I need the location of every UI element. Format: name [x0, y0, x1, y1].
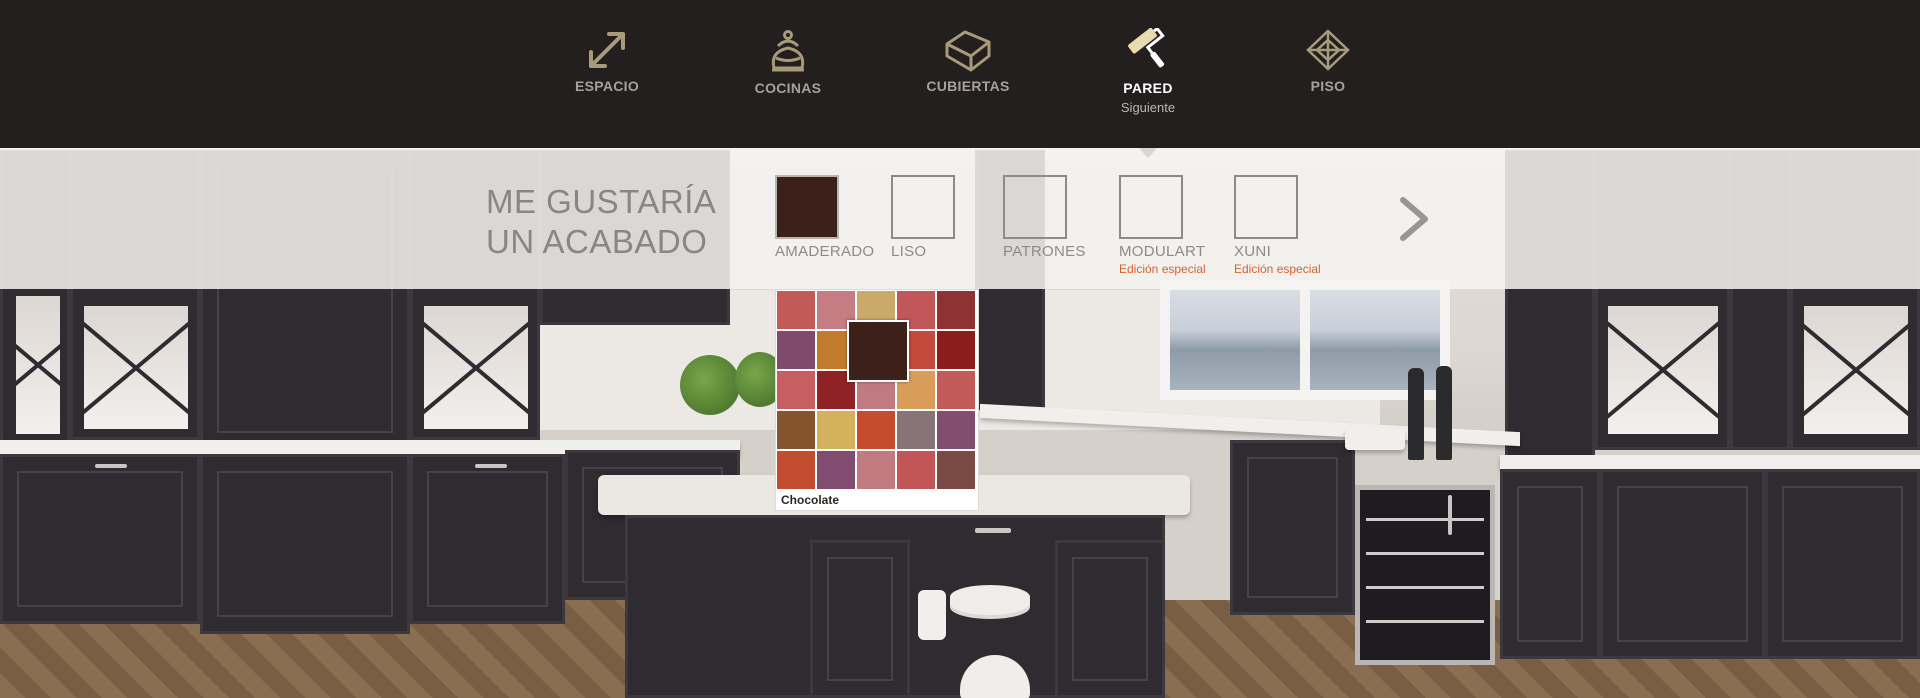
nav-step-cubiertas[interactable]: CUBIERTAS — [893, 28, 1043, 94]
finish-label: AMADERADO — [775, 243, 875, 260]
plate-stack — [1345, 428, 1405, 450]
color-swatch-cell[interactable] — [937, 451, 975, 489]
finish-option-amaderado[interactable]: AMADERADO — [775, 175, 874, 260]
paint-roller-icon — [1128, 28, 1165, 68]
kettle-icon — [771, 30, 805, 72]
glass-cabinet-door — [78, 300, 194, 435]
potted-plant — [680, 355, 740, 415]
finish-option-modulart[interactable]: MODULART Edición especial — [1119, 175, 1206, 276]
finish-option-xuni[interactable]: XUNI Edición especial — [1234, 175, 1321, 276]
glass-cabinet-door — [418, 300, 534, 435]
selected-color-name: Chocolate — [781, 493, 840, 507]
color-swatch-cell[interactable] — [937, 291, 975, 329]
nav-sublabel: Siguiente — [1120, 100, 1176, 115]
wine-bottle — [1436, 366, 1452, 460]
finish-swatch — [1119, 175, 1183, 239]
finish-swatch — [1234, 175, 1298, 239]
stacked-plates — [950, 585, 1030, 615]
cabinet-handle — [475, 464, 507, 468]
wine-bottle — [1408, 368, 1424, 460]
cabinet-handle — [95, 464, 127, 468]
glass-cabinet-door — [1798, 300, 1914, 440]
color-swatch-cell[interactable] — [777, 451, 815, 489]
nav-step-piso[interactable]: PISO — [1253, 28, 1403, 94]
finish-label: LISO — [891, 243, 927, 260]
nav-label: PISO — [1310, 78, 1346, 94]
counter-top-far-right — [1500, 455, 1920, 469]
island-cabinet-door — [1055, 540, 1165, 698]
window-sea-view — [1160, 280, 1450, 400]
heading-line-2: UN ACABADO — [486, 223, 708, 260]
color-swatch-cell[interactable] — [937, 411, 975, 449]
island-cabinet-door — [810, 540, 910, 698]
wine-fridge-handle — [1448, 495, 1452, 535]
base-cabinet — [200, 454, 410, 634]
special-edition-label: Edición especial — [1234, 262, 1321, 276]
finish-label: MODULART — [1119, 243, 1206, 260]
finish-label: XUNI — [1234, 243, 1272, 260]
finish-heading: ME GUSTARÍA UN ACABADO — [486, 182, 716, 262]
base-cabinet — [1600, 469, 1765, 659]
selected-color-swatch[interactable] — [847, 320, 909, 382]
color-swatch-cell[interactable] — [817, 411, 855, 449]
finish-swatch — [891, 175, 955, 239]
top-nav-bar: ESPACIO COCINAS CUBIERTAS PARED Siguient… — [0, 0, 1920, 148]
nav-label: CUBIERTAS — [926, 78, 1010, 94]
base-cabinet — [410, 454, 565, 624]
color-swatch-cell[interactable] — [857, 451, 895, 489]
special-edition-label: Edición especial — [1119, 262, 1206, 276]
base-cabinet — [0, 454, 200, 624]
finish-swatch — [1003, 175, 1067, 239]
color-picker-popover: Chocolate — [775, 289, 979, 511]
resize-arrow-icon — [589, 32, 625, 68]
finish-option-liso[interactable]: LISO — [891, 175, 955, 260]
color-swatch-cell[interactable] — [937, 331, 975, 369]
finish-swatch — [775, 175, 839, 239]
color-swatch-cell[interactable] — [857, 411, 895, 449]
nav-label: ESPACIO — [574, 78, 640, 94]
floor-tile-pattern-icon — [1306, 29, 1350, 71]
base-cabinet — [1230, 440, 1355, 615]
color-swatch-cell[interactable] — [817, 451, 855, 489]
finish-label: PATRONES — [1003, 243, 1086, 260]
nav-step-cocinas[interactable]: COCINAS — [713, 28, 863, 96]
nav-step-pared[interactable]: PARED Siguiente — [1073, 28, 1223, 115]
color-swatch-cell[interactable] — [897, 451, 935, 489]
chevron-right-icon[interactable] — [1395, 196, 1433, 242]
nav-label: PARED — [1123, 80, 1173, 96]
color-swatch-cell[interactable] — [897, 411, 935, 449]
color-swatch-cell[interactable] — [777, 371, 815, 409]
color-swatch-cell[interactable] — [777, 411, 815, 449]
glass-cabinet-door — [10, 290, 66, 440]
finish-option-patrones[interactable]: PATRONES — [1003, 175, 1086, 260]
color-swatch-cell[interactable] — [777, 331, 815, 369]
glass-cabinet-door — [1602, 300, 1724, 440]
finish-selector-band — [0, 148, 1920, 289]
jar — [918, 590, 946, 640]
color-swatch-cell[interactable] — [937, 371, 975, 409]
base-cabinet — [1500, 469, 1600, 659]
heading-line-1: ME GUSTARÍA — [486, 183, 717, 220]
color-swatch-cell[interactable] — [777, 291, 815, 329]
island-drawer-handle — [975, 528, 1011, 533]
nav-label: COCINAS — [754, 80, 822, 96]
nav-step-espacio[interactable]: ESPACIO — [532, 28, 682, 94]
base-cabinet — [1765, 469, 1920, 659]
wine-fridge — [1355, 485, 1495, 665]
countertop-box-icon — [945, 30, 991, 72]
